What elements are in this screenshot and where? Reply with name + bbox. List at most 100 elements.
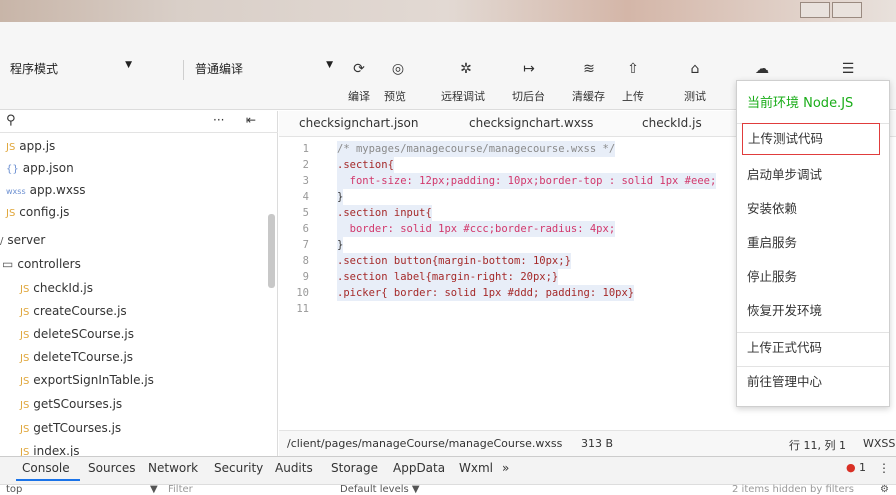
tab-checkid-js[interactable]: checkId.js xyxy=(642,116,702,130)
more-icon[interactable]: ··· xyxy=(213,113,224,127)
restore-dev-env-item[interactable]: 恢复开发环境 xyxy=(737,296,889,326)
test-button[interactable]: 测试 xyxy=(684,88,706,104)
error-icon: ● xyxy=(846,461,856,474)
layers-icon[interactable]: ≋ xyxy=(577,60,601,78)
mode-select-value: 程序模式 xyxy=(10,62,59,76)
tree-folder-server[interactable]: / server xyxy=(0,229,45,251)
code-text: .section button{margin-bottom: 10px;} xyxy=(337,253,571,269)
install-deps-item[interactable]: 安装依赖 xyxy=(737,194,889,224)
restart-service-item[interactable]: 重启服务 xyxy=(737,228,889,258)
menu-icon[interactable]: ☰ xyxy=(836,60,860,78)
maximize-button[interactable] xyxy=(832,2,862,18)
tab-sources[interactable]: Sources xyxy=(88,461,135,475)
stop-service-item[interactable]: 停止服务 xyxy=(737,262,889,292)
compile-select[interactable]: 普通编译 ▼ xyxy=(195,60,333,80)
tree-item-label: server xyxy=(7,233,46,247)
upload-icon[interactable]: ⇧ xyxy=(621,60,645,78)
compile-button[interactable]: 编译 xyxy=(348,88,370,104)
js-file-icon: JS xyxy=(20,400,30,411)
tab-wxml[interactable]: Wxml xyxy=(459,461,493,475)
remote-debug-button[interactable]: 远程调试 xyxy=(441,88,485,104)
eye-icon[interactable]: ◎ xyxy=(386,60,410,78)
tree-item[interactable]: JS app.js xyxy=(6,135,55,157)
line-number: 11 xyxy=(296,303,309,315)
window-title-bar xyxy=(0,0,896,22)
tree-item[interactable]: JS createCourse.js xyxy=(20,300,127,322)
tree-item-label: checkId.js xyxy=(33,281,93,295)
tree-item-label: app.wxss xyxy=(29,183,86,197)
js-file-icon: JS xyxy=(6,208,16,219)
cursor-position[interactable]: 行 11, 列 1 xyxy=(789,437,846,453)
tree-item-label: createCourse.js xyxy=(33,304,127,318)
tab-security[interactable]: Security xyxy=(214,461,263,475)
tree-item-label: config.js xyxy=(19,205,70,219)
code-text: /* mypages/managecourse/managecourse.wxs… xyxy=(337,141,616,157)
line-number: 8 xyxy=(302,255,309,267)
start-step-debug-item[interactable]: 启动单步调试 xyxy=(737,160,889,190)
code-text: .picker{ border: solid 1px #ddd; padding… xyxy=(337,285,635,301)
tree-scrollbar[interactable] xyxy=(268,214,275,288)
explorer-header: ⚲ ··· ⇤ xyxy=(0,111,278,133)
background-button[interactable]: 切后台 xyxy=(512,88,545,104)
tab-checksignchart-json[interactable]: checksignchart.json xyxy=(299,116,418,130)
tree-item-label: index.js xyxy=(33,444,80,456)
kebab-menu-icon[interactable]: ⋮ xyxy=(878,461,890,475)
compile-select-value: 普通编译 xyxy=(195,62,244,76)
upload-button[interactable]: 上传 xyxy=(622,88,644,104)
js-file-icon: JS xyxy=(20,284,30,295)
upload-release-code-item[interactable]: 上传正式代码 xyxy=(737,333,889,363)
language-mode[interactable]: WXSS xyxy=(863,437,895,450)
tab-storage[interactable]: Storage xyxy=(331,461,378,475)
refresh-icon[interactable]: ⟳ xyxy=(347,60,371,78)
tree-item[interactable]: JS deleteSCourse.js xyxy=(20,323,134,345)
js-file-icon: JS xyxy=(20,353,30,364)
preview-button[interactable]: 预览 xyxy=(384,88,406,104)
js-file-icon: JS xyxy=(20,307,30,318)
cloud-dropdown-menu: 当前环境 Node.JS 上传测试代码 启动单步调试 安装依赖 重启服务 停止服… xyxy=(736,80,890,407)
minimize-button[interactable] xyxy=(800,2,830,18)
search-icon[interactable]: ⚲ xyxy=(6,113,16,128)
tab-checksignchart-wxss[interactable]: checksignchart.wxss xyxy=(469,116,593,130)
line-number: 9 xyxy=(302,271,309,283)
tree-item[interactable]: wxss app.wxss xyxy=(6,179,85,201)
error-count[interactable]: 1 xyxy=(859,461,866,474)
file-size: 313 B xyxy=(581,437,614,450)
tree-item[interactable]: JS config.js xyxy=(6,201,69,223)
tab-console[interactable]: Console xyxy=(22,461,70,475)
switch-background-icon[interactable]: ↦ xyxy=(517,60,541,78)
js-file-icon: JS xyxy=(20,330,30,341)
line-number: 7 xyxy=(302,239,309,251)
tree-item-label: deleteTCourse.js xyxy=(33,350,134,364)
cloud-icon[interactable]: ☁ xyxy=(750,60,774,78)
tab-appdata[interactable]: AppData xyxy=(393,461,445,475)
tab-network[interactable]: Network xyxy=(148,461,198,475)
devtools-panel: Console Sources Network Security Audits … xyxy=(0,456,896,495)
tree-item[interactable]: JS getSCourses.js xyxy=(20,393,122,415)
tree-item[interactable]: JS deleteTCourse.js xyxy=(20,346,133,368)
tree-item[interactable]: JS exportSignInTable.js xyxy=(20,369,154,391)
go-admin-center-item[interactable]: 前往管理中心 xyxy=(737,367,889,397)
tab-audits[interactable]: Audits xyxy=(275,461,313,475)
tree-item-label: deleteSCourse.js xyxy=(33,327,135,341)
clear-cache-button[interactable]: 清缓存 xyxy=(572,88,605,104)
tree-folder-controllers[interactable]: ▭ controllers xyxy=(2,253,81,275)
upload-test-code-item[interactable]: 上传测试代码 xyxy=(742,123,880,155)
current-env-label: 当前环境 Node.JS xyxy=(747,96,854,111)
collapse-panel-icon[interactable]: ⇤ xyxy=(246,113,256,127)
code-text: font-size: 12px;padding: 10px;border-top… xyxy=(337,173,717,189)
mode-select[interactable]: 程序模式 ▼ xyxy=(10,60,132,80)
js-file-icon: JS xyxy=(6,142,16,153)
flask-icon[interactable]: ⌂ xyxy=(683,60,707,78)
file-path: /client/pages/manageCourse/manageCourse.… xyxy=(287,437,563,450)
folder-icon: / xyxy=(0,236,4,247)
tree-item[interactable]: {} app.json xyxy=(6,157,74,179)
tree-item[interactable]: JS index.js xyxy=(20,440,80,456)
active-tab-indicator xyxy=(16,479,80,481)
more-tabs-button[interactable]: » xyxy=(502,461,509,475)
json-file-icon: {} xyxy=(6,164,19,175)
tree-item[interactable]: JS getTCourses.js xyxy=(20,417,121,439)
tree-item-label: app.js xyxy=(19,139,56,153)
bug-icon[interactable]: ✲ xyxy=(454,60,478,78)
line-number: 4 xyxy=(302,191,309,203)
tree-item[interactable]: JS checkId.js xyxy=(20,277,93,299)
